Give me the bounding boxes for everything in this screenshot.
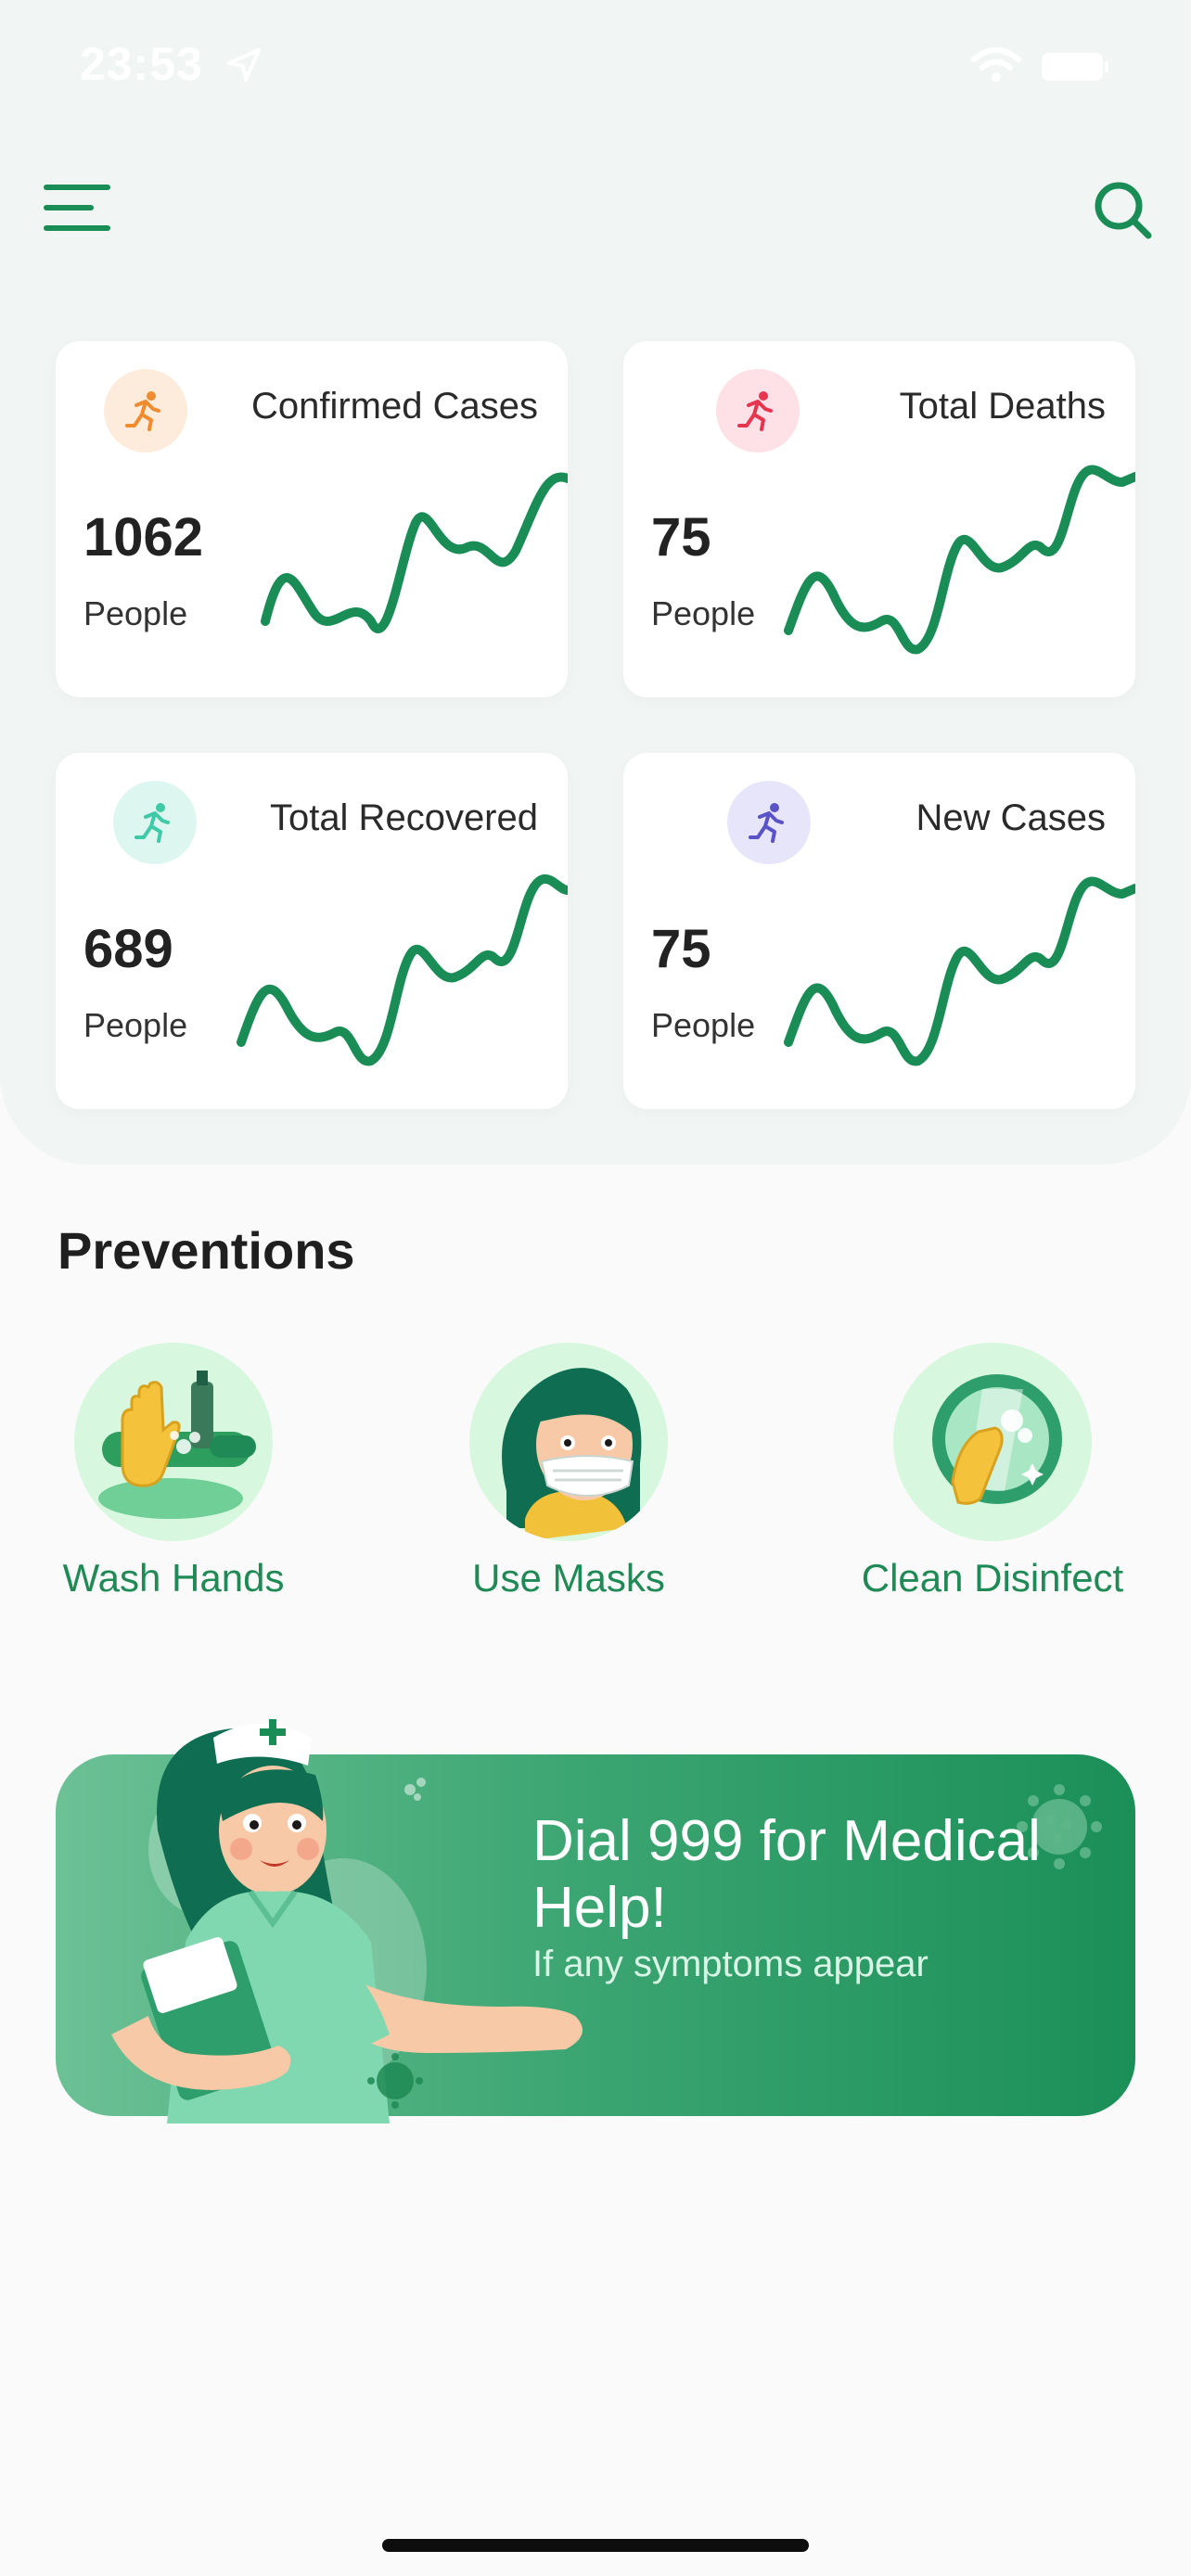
prevention-wash-hands[interactable]: Wash Hands [56,1343,291,1600]
home-indicator[interactable] [382,2539,809,2552]
stat-card-recovered[interactable]: Total Recovered 689 People [56,753,568,1109]
banner-subtitle: If any symptoms appear [532,1944,928,1984]
stat-card-deaths[interactable]: Total Deaths 75 People [623,341,1135,697]
stat-card-new-cases[interactable]: New Cases 75 People [623,753,1135,1109]
battery-icon [1042,53,1108,81]
wifi-icon [971,47,1021,82]
sparkline [784,876,1135,1066]
prevention-clean-disinfect[interactable]: Clean Disinfect [846,1343,1139,1600]
prevention-use-masks[interactable]: Use Masks [451,1343,686,1600]
sparkline [261,472,568,633]
banner-title: Dial 999 for Medical Help! [532,1809,1041,1940]
menu-icon[interactable] [43,180,111,236]
clean-disinfect-illustration [893,1343,1092,1541]
status-time: 23:53 [80,38,203,90]
use-masks-illustration [469,1343,668,1541]
prevention-label: Wash Hands [62,1556,285,1600]
stat-card-confirmed[interactable]: Confirmed Cases 1062 People [56,341,568,697]
search-icon[interactable] [1091,178,1156,243]
nurse-illustration [111,1719,583,2123]
preventions-title: Preventions [58,1221,355,1280]
sparkline [784,465,1135,655]
prevention-label: Use Masks [472,1556,665,1600]
prevention-label: Clean Disinfect [861,1556,1124,1600]
sparkline [237,874,568,1066]
wash-hands-illustration [74,1343,273,1541]
location-arrow-icon [227,48,261,82]
